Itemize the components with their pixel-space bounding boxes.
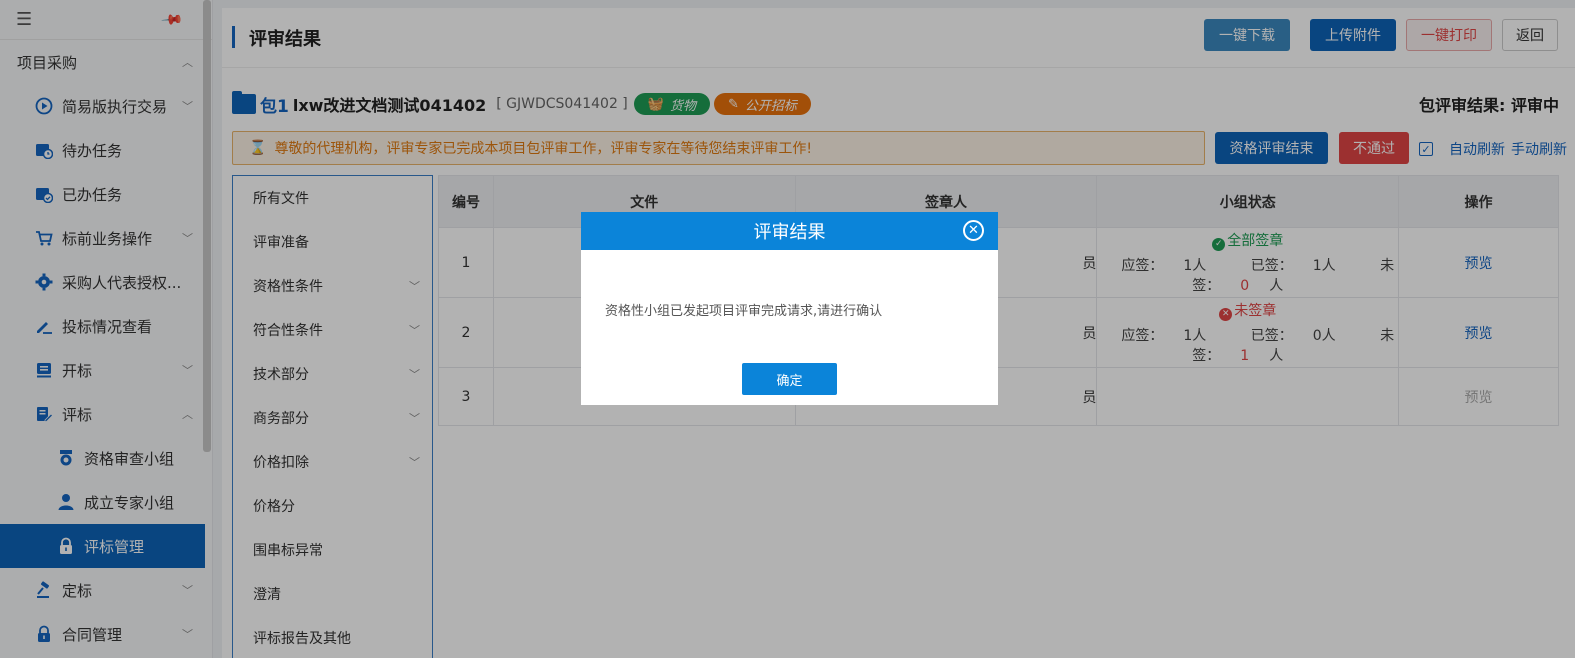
dialog-title: 评审结果	[753, 222, 826, 243]
dialog-header: 评审结果 ✕	[581, 212, 998, 250]
review-result-dialog: 评审结果 ✕ 资格性小组已发起项目评审完成请求,请进行确认 确定	[581, 212, 998, 405]
confirm-button[interactable]: 确定	[742, 363, 837, 395]
close-icon[interactable]: ✕	[963, 220, 984, 241]
dialog-message: 资格性小组已发起项目评审完成请求,请进行确认	[605, 304, 883, 319]
